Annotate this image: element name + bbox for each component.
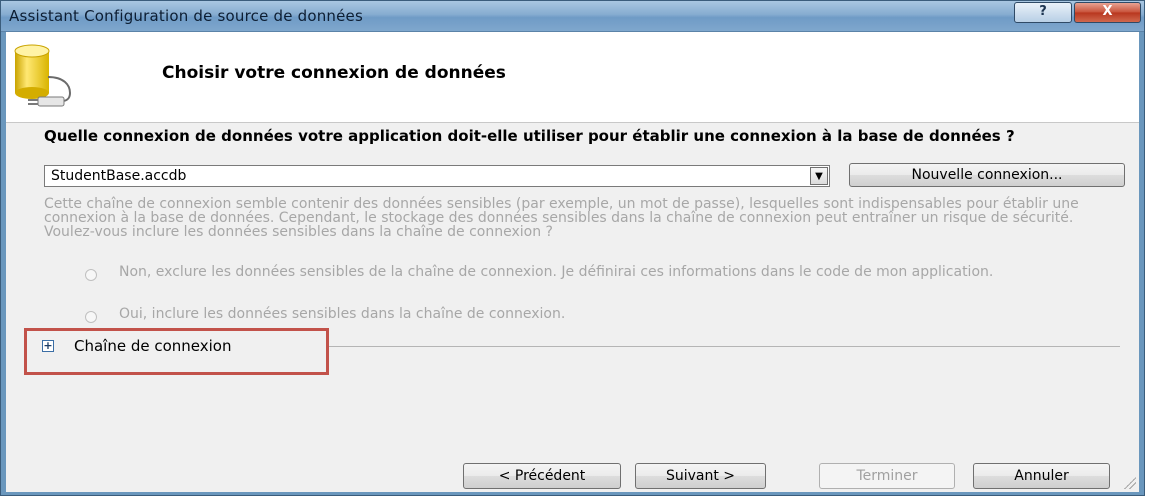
close-button[interactable]: X xyxy=(1074,2,1141,23)
database-plug-icon xyxy=(14,44,72,107)
sensitive-data-info: Cette chaîne de connexion semble conteni… xyxy=(44,196,1079,240)
wizard-window: Assistant Configuration de source de don… xyxy=(0,0,1145,496)
window-title: Assistant Configuration de source de don… xyxy=(9,7,363,25)
page-title: Choisir votre connexion de données xyxy=(162,63,506,83)
wizard-header: Choisir votre connexion de données xyxy=(6,32,1139,122)
radio-exclude-label: Non, exclure les données sensibles de la… xyxy=(119,264,994,280)
radio-exclude-button[interactable] xyxy=(85,269,97,281)
connection-select[interactable]: StudentBase.accdb ▼ xyxy=(44,165,830,187)
annotation-highlight-box xyxy=(24,328,329,375)
group-divider xyxy=(327,346,1120,347)
connection-select-value: StudentBase.accdb xyxy=(51,168,187,184)
next-button[interactable]: Suivant > xyxy=(635,463,766,489)
resize-grip-icon[interactable] xyxy=(1124,477,1136,489)
chevron-down-icon[interactable]: ▼ xyxy=(810,167,828,185)
wizard-body: Quelle connexion de données votre applic… xyxy=(6,122,1139,492)
previous-button[interactable]: < Précédent xyxy=(463,463,621,489)
connection-question: Quelle connexion de données votre applic… xyxy=(44,127,1015,145)
title-bar[interactable]: Assistant Configuration de source de don… xyxy=(1,1,1144,32)
cancel-button[interactable]: Annuler xyxy=(973,463,1110,489)
help-button[interactable]: ? xyxy=(1014,2,1072,23)
radio-include-label: Oui, inclure les données sensibles dans … xyxy=(119,306,566,322)
finish-button: Terminer xyxy=(819,463,955,489)
radio-include-button[interactable] xyxy=(85,311,97,323)
new-connection-button[interactable]: Nouvelle connexion... xyxy=(849,163,1125,187)
